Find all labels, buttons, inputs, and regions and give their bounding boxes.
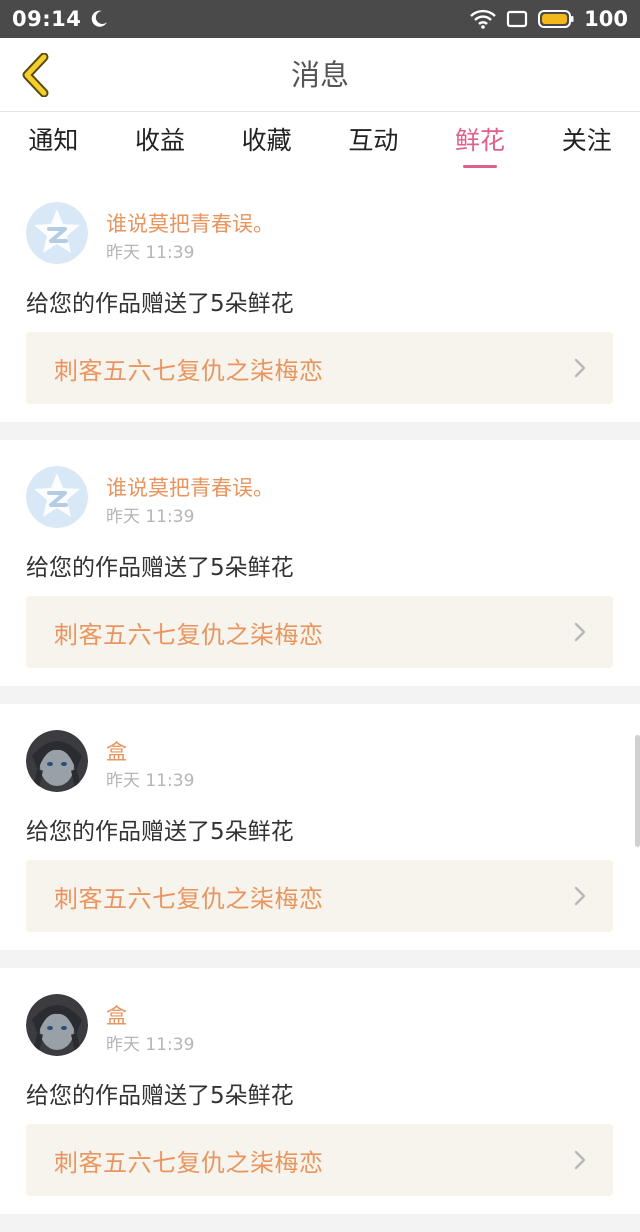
work-title: 刺客五六七复仇之柒梅恋: [54, 884, 324, 913]
chevron-right-icon: [574, 622, 586, 642]
qq-default-avatar-icon: [26, 466, 88, 528]
tab-label: 互动: [348, 126, 399, 155]
sender-name[interactable]: 盒: [106, 736, 127, 766]
work-title: 刺客五六七复仇之柒梅恋: [54, 1148, 324, 1177]
back-button[interactable]: [14, 50, 56, 100]
page-title: 消息: [290, 58, 349, 92]
work-link[interactable]: 刺客五六七复仇之柒梅恋: [26, 596, 613, 668]
work-link[interactable]: 刺客五六七复仇之柒梅恋: [26, 860, 613, 932]
message-time: 昨天 11:39: [106, 771, 195, 791]
moon-icon: [92, 10, 108, 27]
sender-name[interactable]: 谁说莫把青春误。: [106, 208, 274, 238]
sender-name[interactable]: 谁说莫把青春误。: [106, 472, 274, 502]
battery-icon: [538, 10, 574, 28]
status-bar: 09:14 100: [0, 0, 640, 38]
work-link[interactable]: 刺客五六七复仇之柒梅恋: [26, 332, 613, 404]
status-time: 09:14: [12, 7, 82, 31]
message-card: 盒 昨天 11:39 给您的作品赠送了5朵鲜花 刺客五六七复仇之柒梅恋: [0, 704, 640, 950]
tab-label: 通知: [28, 126, 79, 155]
tab-notifications[interactable]: 通知: [0, 112, 107, 176]
message-text: 给您的作品赠送了5朵鲜花: [26, 291, 294, 317]
chevron-right-icon: [574, 886, 586, 906]
message-card: 盒 昨天 11:39 给您的作品赠送了5朵鲜花 刺客五六七复仇之柒梅恋: [0, 968, 640, 1214]
tab-flowers[interactable]: 鲜花: [427, 112, 534, 176]
work-title: 刺客五六七复仇之柒梅恋: [54, 620, 324, 649]
battery-level: 100: [584, 7, 628, 31]
message-list: 谁说莫把青春误。 昨天 11:39 给您的作品赠送了5朵鲜花 刺客五六七复仇之柒…: [0, 176, 640, 1232]
tab-label: 关注: [561, 126, 612, 155]
tab-bar: 通知 收益 收藏 互动 鲜花 关注: [0, 112, 640, 176]
tab-label: 收益: [135, 126, 186, 155]
chevron-right-icon: [574, 358, 586, 378]
tab-label: 收藏: [241, 126, 292, 155]
message-text: 给您的作品赠送了5朵鲜花: [26, 819, 294, 845]
scrollbar[interactable]: [635, 735, 640, 847]
tab-earnings[interactable]: 收益: [107, 112, 214, 176]
avatar[interactable]: [26, 466, 88, 528]
tab-label: 鲜花: [455, 126, 506, 155]
wifi-icon: [470, 9, 497, 29]
anime-avatar-icon: [26, 994, 88, 1056]
tab-following[interactable]: 关注: [533, 112, 640, 176]
navigation-bar: 消息: [0, 38, 640, 112]
work-title: 刺客五六七复仇之柒梅恋: [54, 356, 324, 385]
avatar[interactable]: [26, 994, 88, 1056]
message-time: 昨天 11:39: [106, 507, 195, 527]
message-text: 给您的作品赠送了5朵鲜花: [26, 555, 294, 581]
active-tab-indicator: [463, 165, 498, 168]
chevron-right-icon: [574, 1150, 586, 1170]
message-text: 给您的作品赠送了5朵鲜花: [26, 1083, 294, 1109]
tab-favorites[interactable]: 收藏: [213, 112, 320, 176]
message-card: 谁说莫把青春误。 昨天 11:39 给您的作品赠送了5朵鲜花 刺客五六七复仇之柒…: [0, 440, 640, 686]
work-link[interactable]: 刺客五六七复仇之柒梅恋: [26, 1124, 613, 1196]
message-card: 谁说莫把青春误。 昨天 11:39 给您的作品赠送了5朵鲜花 刺客五六七复仇之柒…: [0, 176, 640, 422]
tab-interactions[interactable]: 互动: [320, 112, 427, 176]
message-time: 昨天 11:39: [106, 243, 195, 263]
avatar[interactable]: [26, 202, 88, 264]
sender-name[interactable]: 盒: [106, 1000, 127, 1030]
anime-avatar-icon: [26, 730, 88, 792]
qq-default-avatar-icon: [26, 202, 88, 264]
chevron-left-icon: [22, 53, 49, 97]
message-time: 昨天 11:39: [106, 1035, 195, 1055]
screen-icon: [507, 10, 528, 28]
avatar[interactable]: [26, 730, 88, 792]
